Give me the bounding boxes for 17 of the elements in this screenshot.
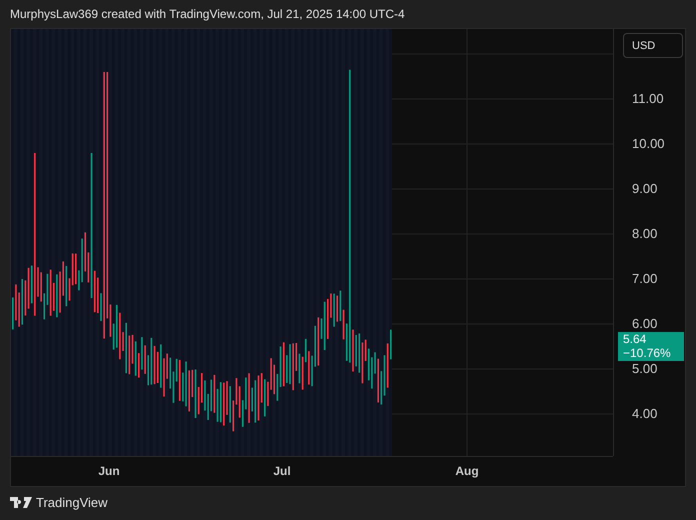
- currency-button[interactable]: USD: [623, 33, 683, 58]
- price-label: 7.00: [632, 272, 658, 286]
- last-price: 5.64: [623, 333, 648, 346]
- price-label: 10.00: [632, 137, 665, 151]
- logo-icon: [10, 497, 32, 508]
- price-label: 4.00: [632, 407, 658, 421]
- date-label: Jun: [98, 464, 120, 478]
- price-label: 5.00: [632, 362, 658, 376]
- price-label: 6.00: [632, 317, 658, 331]
- price-label: 11.00: [632, 92, 664, 106]
- date-label: Aug: [455, 464, 479, 478]
- date-label: Jul: [273, 464, 291, 478]
- price-change: −10.76%: [623, 346, 672, 360]
- chart-caption: MurphysLaw369 created with TradingView.com, Jul 21, 2025 14:00 UTC-4: [10, 6, 406, 22]
- price-label: 9.00: [632, 182, 658, 196]
- brand-name: TradingView: [36, 495, 108, 510]
- price-label: 8.00: [632, 227, 658, 241]
